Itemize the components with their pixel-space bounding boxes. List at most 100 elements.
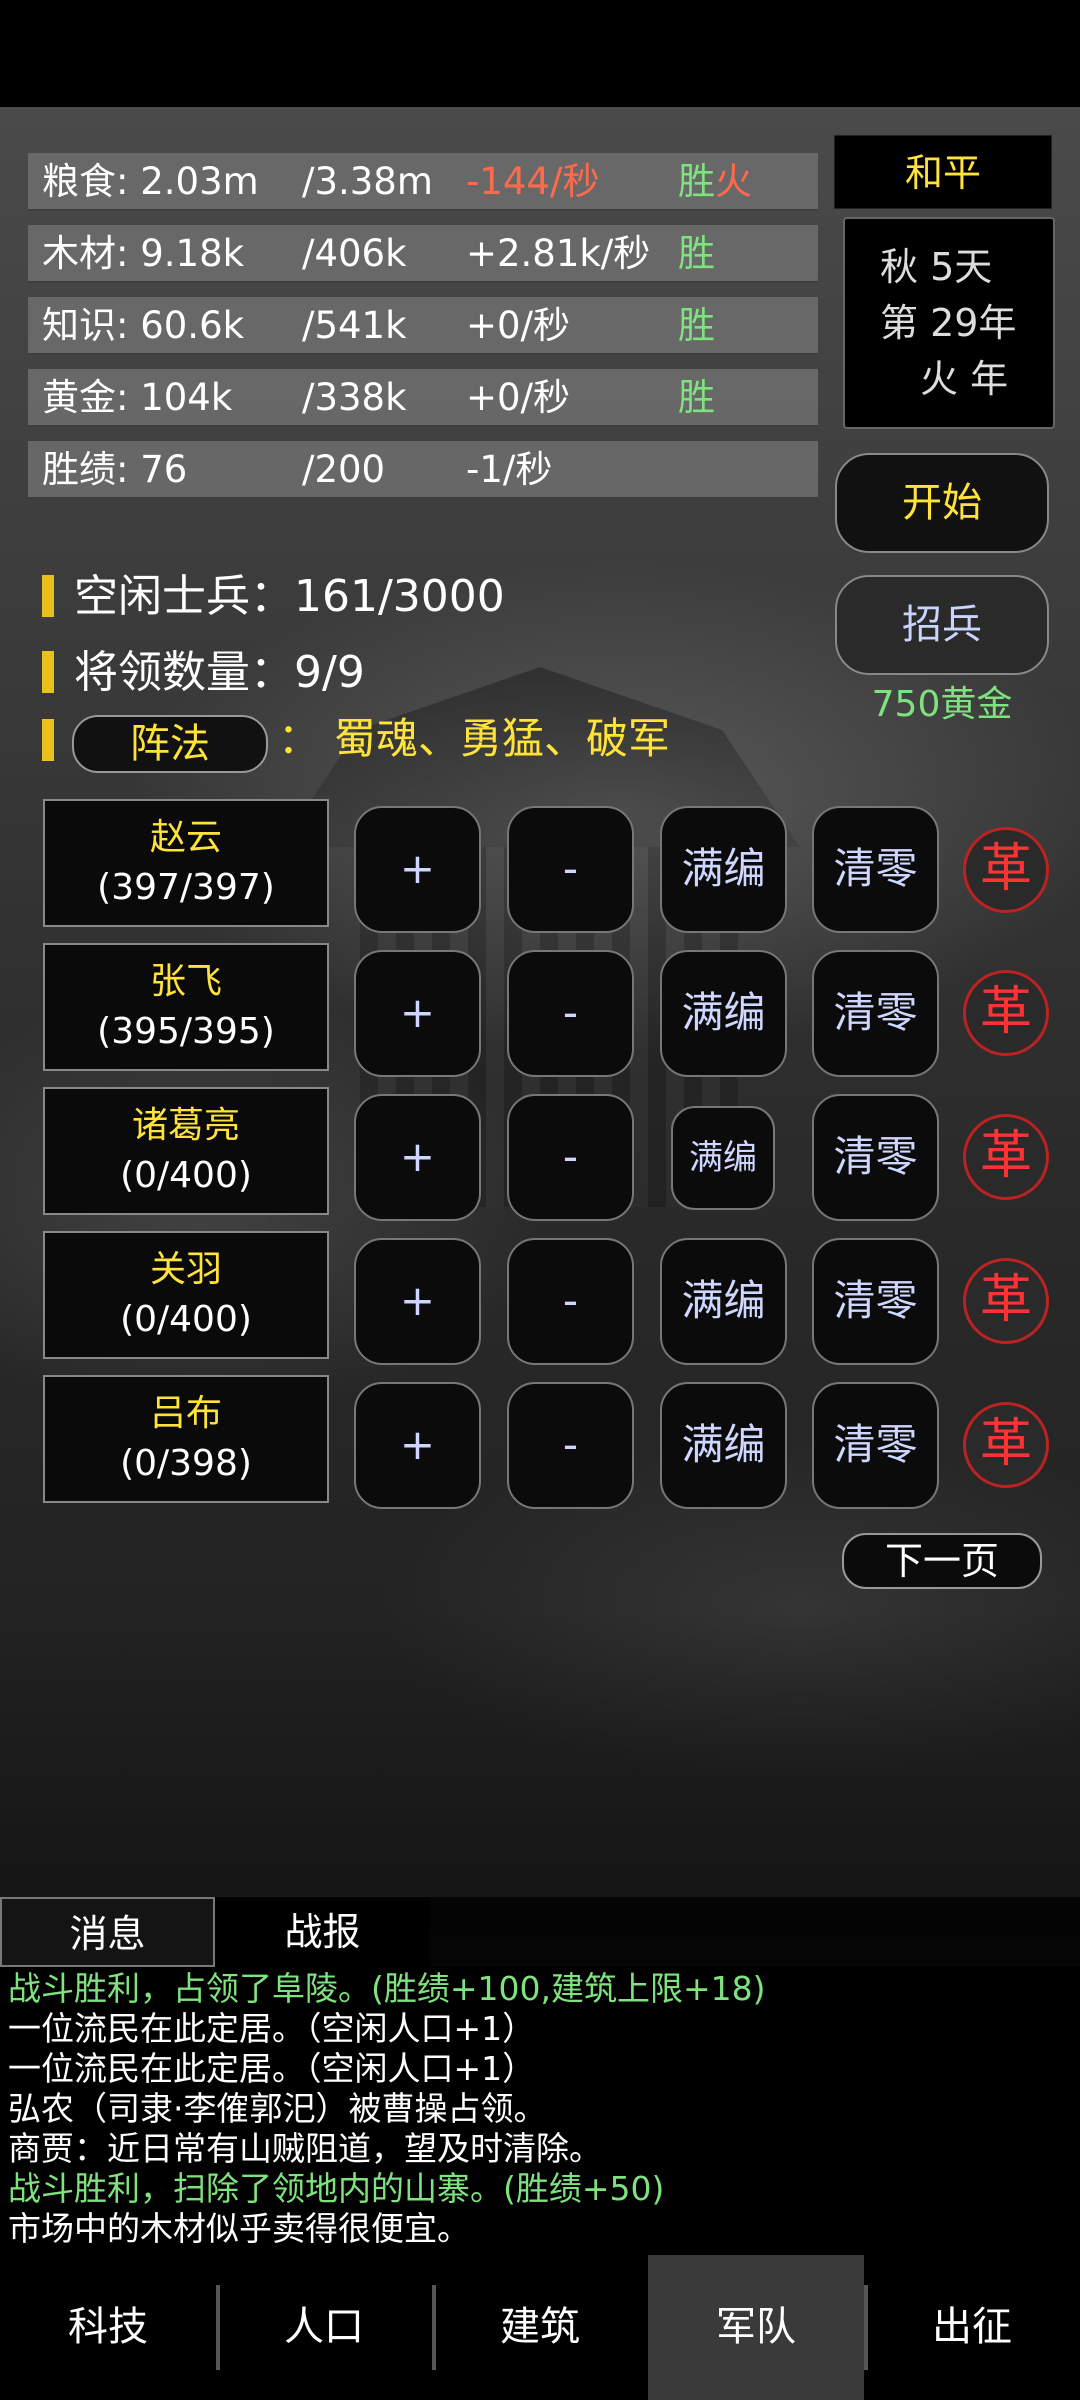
remove-troops-button[interactable]: - — [507, 950, 634, 1077]
resource-rate: -1/秒 — [466, 448, 553, 491]
start-button[interactable]: 开始 — [835, 453, 1049, 553]
add-troops-button[interactable]: + — [354, 950, 481, 1077]
resource-rate: -144/秒 — [466, 160, 600, 203]
status-bar-area — [0, 0, 1080, 107]
log-entry: 一位流民在此定居。（空闲人口+1） — [8, 2049, 536, 2088]
remove-troops-button[interactable]: - — [507, 806, 634, 933]
peace-status-badge: 和平 — [834, 135, 1052, 209]
resource-amount: 木材: 9.18k — [42, 232, 245, 275]
reform-button[interactable]: 革 — [963, 1258, 1049, 1344]
general-name: 诸葛亮 — [131, 1105, 240, 1146]
nav-tech[interactable]: 科技 — [0, 2255, 216, 2400]
add-troops-button[interactable]: + — [354, 1238, 481, 1365]
general-card[interactable]: 诸葛亮 (0/400) — [43, 1087, 329, 1215]
reform-button[interactable]: 革 — [963, 1114, 1049, 1200]
resource-row-wood: 木材: 9.18k /406k +2.81k/秒 胜 — [28, 225, 818, 283]
clear-troops-button[interactable]: 清零 — [812, 1094, 939, 1221]
general-troops: (397/397) — [97, 867, 275, 908]
general-count-text: 将领数量：9/9 — [74, 647, 365, 698]
resource-flags: 胜火 — [678, 153, 752, 211]
add-troops-button[interactable]: + — [354, 806, 481, 933]
date-display: 秋 5天 第 29年 火 年 — [843, 217, 1055, 429]
resource-cap: /200 — [302, 448, 386, 491]
general-card[interactable]: 赵云 (397/397) — [43, 799, 329, 927]
idle-soldiers: 空闲士兵：161/3000 — [42, 560, 505, 624]
resource-row-food: 粮食: 2.03m /3.38m -144/秒 胜火 — [28, 153, 818, 211]
resource-rate: +0/秒 — [466, 376, 571, 419]
idle-soldiers-text: 空闲士兵：161/3000 — [74, 571, 505, 622]
remove-troops-button[interactable]: - — [507, 1094, 634, 1221]
remove-troops-button[interactable]: - — [507, 1238, 634, 1365]
general-card[interactable]: 吕布 (0/398) — [43, 1375, 329, 1503]
log-entry: 弘农（司隶·李傕郭汜）被曹操占领。 — [8, 2089, 547, 2128]
general-count: 将领数量：9/9 — [42, 636, 365, 700]
resource-cap: /406k — [302, 232, 407, 275]
resource-row-gold: 黄金: 104k /338k +0/秒 胜 — [28, 369, 818, 427]
formation-button[interactable]: 阵法 — [72, 715, 268, 773]
resource-amount: 粮食: 2.03m — [42, 160, 259, 203]
bottom-nav: 科技 人口 建筑 军队 出征 — [0, 2255, 1080, 2400]
recruit-cost: 750黄金 — [871, 684, 1013, 725]
bullet-bar — [42, 719, 54, 761]
season-day: 秋 5天 — [880, 245, 993, 289]
resource-amount: 黄金: 104k — [42, 376, 233, 419]
general-card[interactable]: 关羽 (0/400) — [43, 1231, 329, 1359]
general-name: 赵云 — [149, 817, 222, 858]
clear-troops-button[interactable]: 清零 — [812, 950, 939, 1077]
general-troops: (395/395) — [97, 1011, 275, 1052]
win-flag: 胜 — [678, 376, 715, 419]
nav-army[interactable]: 军队 — [648, 2255, 864, 2400]
reform-button[interactable]: 革 — [963, 1402, 1049, 1488]
next-page-button[interactable]: 下一页 — [842, 1533, 1042, 1589]
reform-button[interactable]: 革 — [963, 970, 1049, 1056]
resource-amount: 知识: 60.6k — [42, 304, 245, 347]
log-entry: 战斗胜利，扫除了领地内的山寨。(胜绩+50) — [8, 2169, 665, 2208]
general-name: 吕布 — [149, 1393, 222, 1434]
resource-rate: +2.81k/秒 — [466, 232, 651, 275]
resource-rate: +0/秒 — [466, 304, 571, 347]
resource-amount: 胜绩: 76 — [42, 448, 188, 491]
log-entry: 一位流民在此定居。（空闲人口+1） — [8, 2009, 536, 2048]
resource-cap: /541k — [302, 304, 407, 347]
fill-troops-button[interactable]: 满编 — [660, 1382, 787, 1509]
fire-flag: 火 — [715, 160, 752, 203]
log-entry: 市场中的木材似乎卖得很便宜。 — [8, 2209, 470, 2248]
win-flag: 胜 — [678, 304, 715, 347]
resource-row-victories: 胜绩: 76 /200 -1/秒 — [28, 441, 818, 499]
win-flag: 胜 — [678, 160, 715, 203]
log-entry: 战斗胜利，占领了阜陵。(胜绩+100,建筑上限+18) — [8, 1969, 766, 2008]
remove-troops-button[interactable]: - — [507, 1382, 634, 1509]
resource-cap: /3.38m — [302, 160, 433, 203]
year-number: 第 29年 — [880, 301, 1017, 345]
recruit-button[interactable]: 招兵 — [835, 575, 1049, 675]
nav-buildings[interactable]: 建筑 — [432, 2255, 648, 2400]
formation-colon: ： — [278, 714, 321, 763]
clear-troops-button[interactable]: 清零 — [812, 806, 939, 933]
bullet-bar — [42, 651, 54, 693]
add-troops-button[interactable]: + — [354, 1094, 481, 1221]
tab-messages[interactable]: 消息 — [0, 1897, 215, 1967]
add-troops-button[interactable]: + — [354, 1382, 481, 1509]
formation-list: ： 蜀魂、勇猛、破军 — [278, 705, 670, 766]
general-card[interactable]: 张飞 (395/395) — [43, 943, 329, 1071]
year-element: 火 年 — [920, 357, 1009, 401]
fill-troops-button[interactable]: 满编 — [660, 1238, 787, 1365]
clear-troops-button[interactable]: 清零 — [812, 1238, 939, 1365]
nav-population[interactable]: 人口 — [216, 2255, 432, 2400]
nav-expedition[interactable]: 出征 — [864, 2255, 1080, 2400]
general-name: 关羽 — [149, 1249, 222, 1290]
fill-troops-button[interactable]: 满编 — [660, 950, 787, 1077]
fill-troops-button[interactable]: 满编 — [660, 806, 787, 933]
log-entry: 商贾：近日常有山贼阻道，望及时清除。 — [8, 2129, 602, 2168]
general-troops: (0/400) — [120, 1299, 252, 1340]
resource-row-knowledge: 知识: 60.6k /541k +0/秒 胜 — [28, 297, 818, 355]
tab-battle-report[interactable]: 战报 — [215, 1897, 430, 1967]
general-name: 张飞 — [149, 961, 222, 1002]
resource-cap: /338k — [302, 376, 407, 419]
general-troops: (0/400) — [120, 1155, 252, 1196]
fill-troops-button[interactable]: 满编 — [671, 1106, 775, 1210]
reform-button[interactable]: 革 — [963, 827, 1049, 913]
clear-troops-button[interactable]: 清零 — [812, 1382, 939, 1509]
message-log: 战斗胜利，占领了阜陵。(胜绩+100,建筑上限+18) 一位流民在此定居。（空闲… — [0, 1967, 1080, 2255]
formation-value: 蜀魂、勇猛、破军 — [334, 714, 671, 763]
